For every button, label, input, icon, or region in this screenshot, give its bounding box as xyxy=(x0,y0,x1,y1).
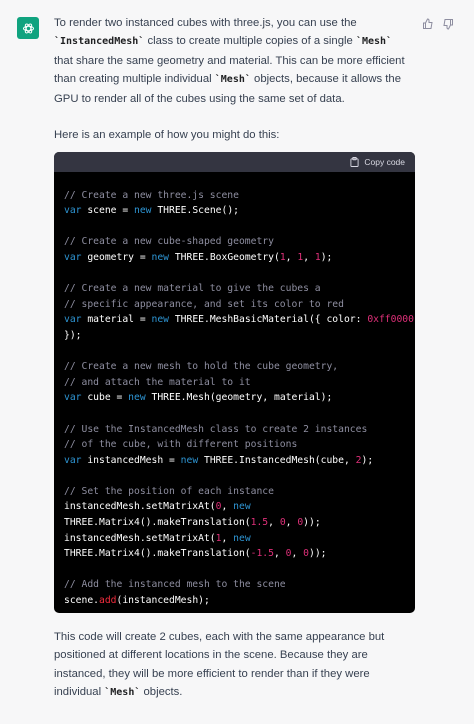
code-text: scene = xyxy=(81,205,134,217)
clipboard-icon xyxy=(350,157,359,167)
code-keyword: new xyxy=(180,454,199,466)
code-keyword: new xyxy=(151,251,170,263)
outro-paragraph: This code will create 2 cubes, each with… xyxy=(54,628,414,703)
code-keyword: var xyxy=(64,392,82,404)
intro-text: To render two instanced cubes with three… xyxy=(54,17,357,29)
code-text: cube = xyxy=(81,392,129,404)
code-text: scene. xyxy=(64,595,99,607)
inline-code: `InstancedMesh` xyxy=(54,36,145,48)
assistant-avatar xyxy=(17,17,39,39)
code-comment: // Set the position of each instance xyxy=(64,485,274,497)
code-comment: // Create a new cube-shaped geometry xyxy=(64,236,274,248)
code-content: // Create a new three.js scene var scene… xyxy=(64,189,414,607)
inline-code: `Mesh` xyxy=(214,74,251,86)
code-text: THREE.Mesh(geometry, material); xyxy=(145,392,333,404)
code-text: ); xyxy=(361,454,374,466)
code-text: (instancedMesh); xyxy=(116,595,210,607)
code-block-header: Copy code xyxy=(54,152,415,172)
code-keyword: new xyxy=(128,392,146,404)
code-text: THREE.InstancedMesh(cube, xyxy=(198,454,356,466)
code-text: , xyxy=(221,501,234,513)
example-intro: Here is an example of how you might do t… xyxy=(54,129,280,142)
code-number: 1.5 xyxy=(250,517,269,529)
code-text: ); xyxy=(320,251,333,263)
code-text: THREE.MeshBasicMaterial({ color: xyxy=(169,314,368,326)
openai-logo-icon xyxy=(22,23,34,33)
assistant-message: To render two instanced cubes with three… xyxy=(54,14,414,144)
code-keyword: new xyxy=(233,532,251,544)
copy-code-button[interactable]: Copy code xyxy=(364,157,405,167)
thumbs-up-icon xyxy=(423,18,433,29)
code-text: THREE.Matrix4().makeTranslation( xyxy=(64,517,251,529)
inline-code: `Mesh` xyxy=(355,36,393,48)
code-number: 1 xyxy=(297,251,304,263)
code-keyword: new xyxy=(151,314,170,326)
outro-message: This code will create 2 cubes, each with… xyxy=(54,628,414,703)
code-comment: // Create a new material to give the cub… xyxy=(64,283,321,295)
code-text: instancedMesh = xyxy=(81,454,181,466)
thumbs-down-button[interactable] xyxy=(442,18,454,30)
code-text: instancedMesh.setMatrixAt( xyxy=(64,501,216,513)
outro-text: objects. xyxy=(143,686,183,699)
code-number: 0 xyxy=(279,517,286,529)
code-comment: // Use the InstancedMesh class to create… xyxy=(64,423,368,435)
code-text: }); xyxy=(64,329,82,341)
code-number: 0 xyxy=(285,548,292,560)
code-text: THREE.Matrix4().makeTranslation( xyxy=(64,548,251,560)
code-comment: // and attach the material to it xyxy=(64,376,251,388)
code-text: , xyxy=(221,532,234,544)
code-comment: // Create a new mesh to hold the cube ge… xyxy=(64,361,339,373)
code-number: 0xff0000 xyxy=(367,314,414,326)
code-block: Copy code // Create a new three.js scene… xyxy=(54,152,415,613)
code-text: THREE.Scene(); xyxy=(151,205,239,217)
code-keyword: var xyxy=(64,454,82,466)
code-comment: // Add the instanced mesh to the scene xyxy=(64,579,286,591)
inline-code: `Mesh` xyxy=(104,687,141,699)
intro-text: class to create multiple copies of a sin… xyxy=(147,35,353,48)
thumbs-up-button[interactable] xyxy=(422,18,434,30)
code-text: instancedMesh.setMatrixAt( xyxy=(64,532,216,544)
code-number: -1.5 xyxy=(250,548,274,560)
code-keyword: new xyxy=(134,205,152,217)
code-function: add xyxy=(99,595,117,607)
code-keyword: var xyxy=(64,205,82,217)
code-text: THREE.BoxGeometry( xyxy=(169,251,280,263)
feedback-buttons xyxy=(422,18,454,30)
code-keyword: new xyxy=(233,501,251,513)
code-comment: // specific appearance, and set its colo… xyxy=(64,298,344,310)
code-comment: // of the cube, with different positions xyxy=(64,439,298,451)
code-keyword: var xyxy=(64,251,82,263)
code-text: geometry = xyxy=(81,251,152,263)
code-keyword: var xyxy=(64,314,82,326)
code-text: material = xyxy=(81,314,152,326)
thumbs-down-icon xyxy=(443,19,453,30)
code-number: 1 xyxy=(279,251,286,263)
code-comment: // Create a new three.js scene xyxy=(64,189,239,201)
intro-paragraph: To render two instanced cubes with three… xyxy=(54,14,414,108)
code-text: )); xyxy=(303,517,321,529)
code-text: )); xyxy=(309,548,327,560)
